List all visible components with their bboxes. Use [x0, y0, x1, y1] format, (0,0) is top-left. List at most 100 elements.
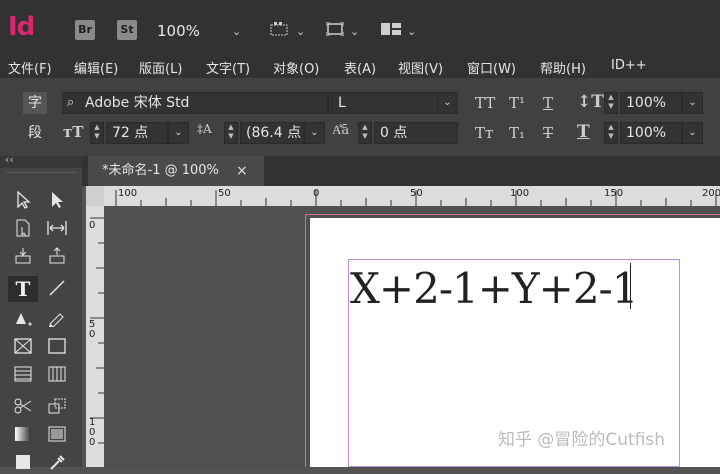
tools-panel: ‹‹ T	[0, 153, 82, 470]
ruler-label: 5 0	[89, 319, 96, 340]
selection-tool-icon[interactable]	[10, 188, 36, 212]
indesign-logo: Id	[8, 12, 35, 42]
panel-grip	[6, 172, 76, 173]
bridge-button[interactable]: Br	[75, 20, 95, 40]
content-placer-tool-icon[interactable]	[44, 244, 70, 268]
stock-button[interactable]: St	[117, 20, 137, 40]
horizontal-grid-tool-icon[interactable]	[10, 362, 36, 386]
leading-value: (86.4 点	[246, 125, 302, 141]
ruler-label: 50	[410, 188, 423, 199]
ruler-label: 1 0 0	[89, 417, 96, 448]
horizontal-scale-stepper[interactable]: ▲ ▼	[604, 122, 618, 144]
font-size-value: 72 点	[112, 125, 149, 141]
rectangle-tool-icon[interactable]	[44, 334, 70, 358]
font-family-field[interactable]: ⌕ Adobe 宋体 Std	[62, 92, 328, 114]
menu-object[interactable]: 对象(O)	[273, 58, 319, 77]
gradient-feather-tool-icon[interactable]	[44, 422, 70, 446]
menu-window[interactable]: 窗口(W)	[467, 58, 516, 77]
note-tool-icon[interactable]	[10, 450, 36, 474]
superscript-button[interactable]: T¹	[509, 94, 525, 112]
vertical-scale-icon: ↕T	[577, 92, 604, 112]
strikethrough-button[interactable]: T	[543, 124, 553, 142]
chevron-down-icon[interactable]: ⌄	[296, 25, 305, 38]
gap-tool-icon[interactable]	[44, 216, 70, 240]
watermark: 知乎 @冒险的Cutfish	[498, 430, 666, 450]
chevron-down-icon[interactable]: ⌄	[168, 122, 189, 144]
document-tab-bar: *未命名-1 @ 100% ×	[0, 156, 720, 186]
font-family-value: Adobe 宋体 Std	[85, 95, 190, 111]
application-bar: Id Br St 100% ⌄ ⌄ ⌄ ⌄	[0, 0, 720, 56]
font-size-icon: тT	[63, 123, 84, 141]
pencil-tool-icon[interactable]	[44, 306, 70, 330]
menu-table[interactable]: 表(A)	[344, 58, 376, 77]
screen-mode-icon[interactable]	[325, 21, 345, 37]
chevron-down-icon[interactable]: ⌄	[682, 122, 703, 144]
vertical-grid-tool-icon[interactable]	[44, 362, 70, 386]
tracking-field[interactable]: 0 点	[374, 122, 458, 144]
arrange-documents-icon[interactable]	[381, 21, 401, 35]
tracking-stepper[interactable]: ▲ ▼	[358, 122, 372, 144]
leading-icon: ‡A	[197, 122, 212, 136]
subscript-button[interactable]: T₁	[509, 124, 525, 142]
page-tool-icon[interactable]	[10, 216, 36, 240]
vertical-scale-stepper[interactable]: ▲ ▼	[604, 92, 618, 114]
ruler-label: 0	[313, 188, 320, 199]
eyedropper-tool-icon[interactable]	[44, 450, 70, 474]
character-mode-button[interactable]: 字	[23, 92, 47, 114]
control-panel: 字 段 ⌕ Adobe 宋体 Std ⌄ L ⌄ тT ▲▼ 72 点 ⌄ ‡A…	[0, 78, 720, 156]
zoom-level-field[interactable]: 100%	[157, 22, 200, 40]
chevron-down-icon[interactable]: ⌄	[407, 25, 416, 38]
ruler-label: 200	[702, 188, 720, 199]
horizontal-ruler[interactable]: 100 50 0 50 100 150 200	[104, 186, 720, 206]
small-caps-button[interactable]: Tт	[475, 124, 493, 142]
menu-layout[interactable]: 版面(L)	[139, 58, 182, 77]
font-size-field[interactable]: 72 点	[106, 122, 168, 144]
menu-file[interactable]: 文件(F)	[8, 58, 52, 77]
zoom-dropdown-caret[interactable]: ⌄	[232, 25, 241, 38]
frame-text[interactable]: X+2-1+Y+2-1	[350, 264, 638, 313]
tracking-value: 0 点	[380, 125, 408, 141]
chevron-down-icon[interactable]: ⌄	[304, 122, 325, 144]
menu-edit[interactable]: 编辑(E)	[74, 58, 118, 77]
ruler-label: 0	[89, 220, 96, 231]
document-tab-title: *未命名-1 @ 100%	[102, 163, 219, 178]
scissors-tool-icon[interactable]	[10, 394, 36, 418]
rectangle-frame-tool-icon[interactable]	[10, 334, 36, 358]
tools-panel-header[interactable]: ‹‹	[0, 153, 82, 168]
underline-button[interactable]: T	[543, 94, 553, 112]
menu-type[interactable]: 文字(T)	[206, 58, 250, 77]
close-icon[interactable]: ×	[236, 156, 248, 186]
menu-idpp[interactable]: ID++	[611, 58, 647, 73]
paragraph-mode-button[interactable]: 段	[23, 122, 47, 144]
line-tool-icon[interactable]	[44, 276, 70, 300]
font-style-field[interactable]: L	[332, 92, 438, 114]
menu-bar: 文件(F) 编辑(E) 版面(L) 文字(T) 对象(O) 表(A) 视图(V)…	[0, 56, 720, 78]
chevron-down-icon[interactable]: ⌄	[350, 25, 359, 38]
text-cursor	[630, 263, 631, 309]
font-size-stepper[interactable]: ▲ ▼	[90, 122, 104, 144]
ruler-label: 150	[604, 188, 624, 199]
document-tab[interactable]: *未命名-1 @ 100% ×	[88, 156, 264, 186]
chevron-down-icon[interactable]: ⌄	[682, 92, 703, 114]
content-collector-tool-icon[interactable]	[10, 244, 36, 268]
chevron-down-icon[interactable]: ⌄	[437, 92, 458, 114]
tracking-icon: A͌ā	[332, 123, 350, 138]
gradient-swatch-tool-icon[interactable]	[10, 422, 36, 446]
vertical-ruler[interactable]: 0 5 0 1 0 0	[86, 206, 104, 467]
ruler-label: 100	[118, 188, 138, 199]
vertical-scale-value: 100%	[626, 95, 667, 111]
all-caps-button[interactable]: TT	[475, 94, 495, 112]
menu-view[interactable]: 视图(V)	[398, 58, 443, 77]
menu-help[interactable]: 帮助(H)	[540, 58, 586, 77]
pen-tool-icon[interactable]	[10, 306, 36, 330]
view-options-icon[interactable]	[270, 21, 288, 36]
leading-field[interactable]: (86.4 点	[240, 122, 304, 144]
type-tool-icon[interactable]: T	[8, 276, 38, 302]
vertical-scale-field[interactable]: 100%	[620, 92, 682, 114]
collapse-panel-icon[interactable]: ‹‹	[5, 153, 14, 166]
direct-selection-tool-icon[interactable]	[44, 188, 70, 212]
horizontal-scale-field[interactable]: 100%	[620, 122, 682, 144]
leading-stepper[interactable]: ▲ ▼	[224, 122, 238, 144]
ruler-origin[interactable]	[86, 186, 104, 206]
free-transform-tool-icon[interactable]	[44, 394, 70, 418]
